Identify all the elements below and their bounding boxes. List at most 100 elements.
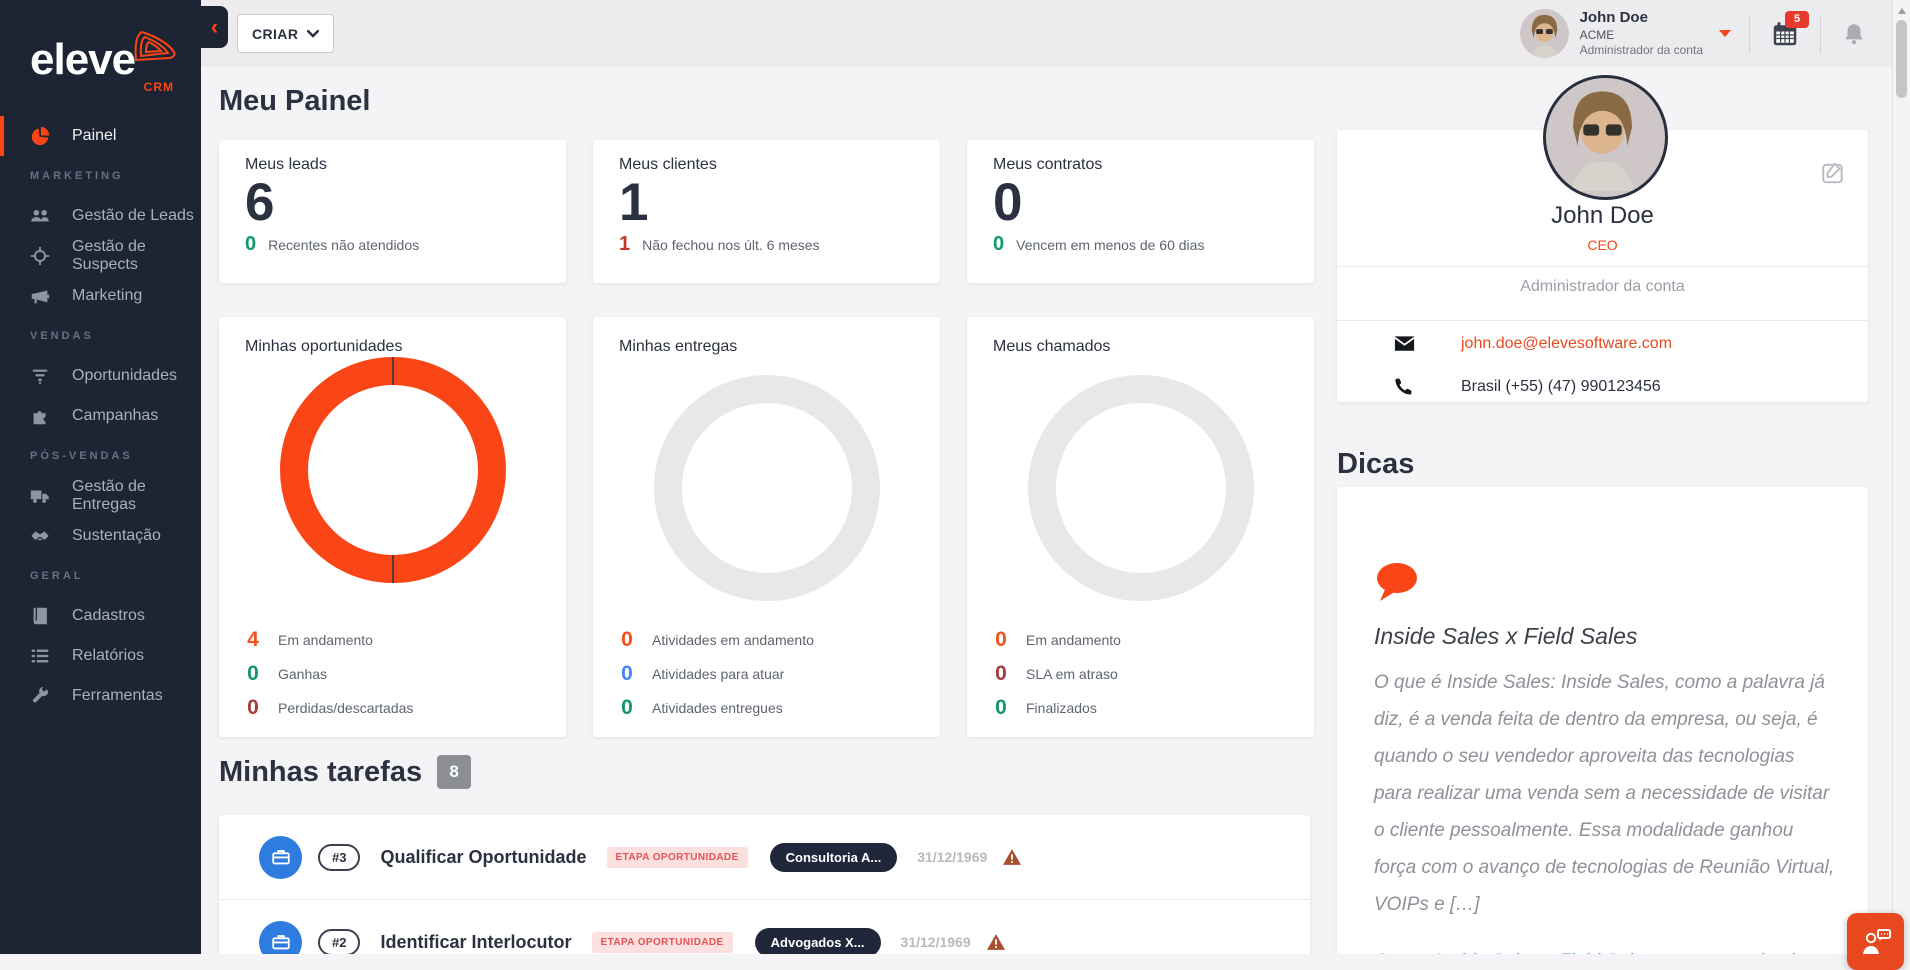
sidebar-section-geral: GERAL — [0, 556, 201, 596]
stat-card-value: 0 — [993, 174, 1288, 231]
sidebar-item-label: Painel — [72, 127, 116, 145]
task-type-icon — [259, 921, 302, 955]
task-client-pill[interactable]: Consultoria A... — [770, 843, 898, 872]
sidebar-item-label: Sustentação — [72, 527, 161, 545]
donut-card-minhas-oportunidades[interactable]: Minhas oportunidades 4Em andamento 0Ganh… — [219, 317, 566, 737]
donut-card-title: Minhas entregas — [619, 335, 789, 359]
legend-value: 0 — [619, 628, 635, 652]
legend-value: 0 — [245, 696, 261, 720]
donut-card-title: Minhas oportunidades — [245, 335, 415, 359]
user-name: John Doe — [1580, 9, 1703, 28]
stat-card-meus-clientes[interactable]: Meus clientes 1 1 Não fechou nos últ. 6 … — [593, 140, 940, 283]
legend-value: 0 — [993, 628, 1009, 652]
sidebar-item-label: Ferramentas — [72, 687, 163, 705]
sidebar-section-marketing: MARKETING — [0, 156, 201, 196]
sidebar-item-label: Marketing — [72, 287, 142, 305]
sidebar-item-oportunidades[interactable]: Oportunidades — [0, 356, 201, 396]
donut-legend: 4Em andamento 0Ganhas 0Perdidas/descarta… — [245, 623, 540, 725]
scrollbar-thumb[interactable] — [1896, 20, 1907, 98]
stat-sub-value: 0 — [245, 233, 256, 256]
task-title[interactable]: Identificar Interlocutor — [380, 932, 571, 953]
profile-card: John Doe CEO Administrador da conta john… — [1337, 130, 1868, 402]
stat-card-title: Meus clientes — [619, 156, 914, 174]
task-due-date: 31/12/1969 — [901, 934, 971, 950]
profile-phone-value: Brasil (+55) (47) 990123456 — [1461, 378, 1661, 396]
page-title: Meu Painel — [219, 85, 371, 118]
sidebar-item-cadastros[interactable]: Cadastros — [0, 596, 201, 636]
warning-icon — [1003, 849, 1021, 865]
sidebar-item-marketing[interactable]: Marketing — [0, 276, 201, 316]
task-type-icon — [259, 836, 302, 879]
user-menu-caret-icon[interactable] — [1719, 30, 1731, 37]
scrollbar-up-arrow-icon[interactable] — [1898, 8, 1906, 14]
stat-card-meus-leads[interactable]: Meus leads 6 0 Recentes não atendidos — [219, 140, 566, 283]
stat-sub-value: 0 — [993, 233, 1004, 256]
sidebar-item-ferramentas[interactable]: Ferramentas — [0, 676, 201, 716]
wrench-icon — [29, 685, 51, 707]
donut-card-meus-chamados[interactable]: Meus chamados 0Em andamento 0SLA em atra… — [967, 317, 1314, 737]
legend-value: 0 — [619, 696, 635, 720]
task-row[interactable]: #2 Identificar Interlocutor ETAPA OPORTU… — [219, 899, 1310, 954]
legend-label: Finalizados — [1026, 700, 1097, 716]
logo-text: eleve — [30, 35, 135, 84]
topbar: CRIAR John Doe ACME Administrador da con… — [201, 0, 1893, 67]
tasks-card: #3 Qualificar Oportunidade ETAPA OPORTUN… — [219, 815, 1310, 954]
funnel-icon — [29, 365, 51, 387]
task-client-pill[interactable]: Advogados X... — [755, 928, 881, 955]
task-title[interactable]: Qualificar Oportunidade — [380, 847, 586, 868]
profile-role: CEO — [1337, 237, 1868, 253]
create-button[interactable]: CRIAR — [237, 14, 334, 53]
sidebar-collapse-button[interactable]: ‹ — [201, 6, 228, 48]
sidebar-item-painel[interactable]: Painel — [0, 116, 201, 156]
legend-label: Em andamento — [278, 632, 373, 648]
profile-name: John Doe — [1337, 202, 1868, 230]
sidebar-item-gestao-de-entregas[interactable]: Gestão de Entregas — [0, 476, 201, 516]
user-role: Administrador da conta — [1580, 43, 1703, 58]
chat-widget-button[interactable] — [1847, 913, 1904, 970]
task-row[interactable]: #3 Qualificar Oportunidade ETAPA OPORTUN… — [219, 815, 1310, 899]
profile-avatar — [1543, 75, 1668, 200]
sidebar-item-label: Gestão de Leads — [72, 207, 194, 225]
profile-email-link[interactable]: john.doe@elevesoftware.com — [1461, 335, 1672, 353]
user-menu[interactable]: John Doe ACME Administrador da conta — [1580, 9, 1703, 58]
donut-card-minhas-entregas[interactable]: Minhas entregas 0Atividades em andamento… — [593, 317, 940, 737]
legend-label: SLA em atraso — [1026, 666, 1118, 682]
sidebar-item-relatorios[interactable]: Relatórios — [0, 636, 201, 676]
legend-value: 0 — [993, 662, 1009, 686]
sidebar-item-campanhas[interactable]: Campanhas — [0, 396, 201, 436]
donut-legend: 0Atividades em andamento 0Atividades par… — [619, 623, 914, 725]
sidebar-section-vendas: VENDAS — [0, 316, 201, 356]
stat-card-meus-contratos[interactable]: Meus contratos 0 0 Vencem em menos de 60… — [967, 140, 1314, 283]
sidebar-item-gestao-de-suspects[interactable]: Gestão de Suspects — [0, 236, 201, 276]
tips-heading: Dicas — [1337, 448, 1414, 481]
book-icon — [29, 605, 51, 627]
sidebar-section-pos-vendas: PÓS-VENDAS — [0, 436, 201, 476]
list-icon — [29, 645, 51, 667]
megaphone-icon — [29, 285, 51, 307]
notifications-button[interactable] — [1841, 21, 1867, 47]
eleve-logo: eleve CRM — [30, 30, 180, 102]
tasks-title: Minhas tarefas — [219, 756, 422, 789]
sidebar-item-sustentacao[interactable]: Sustentação — [0, 516, 201, 556]
handshake-icon — [29, 525, 51, 547]
users-icon — [29, 205, 51, 227]
donut-cards-row: Minhas oportunidades 4Em andamento 0Ganh… — [219, 317, 1314, 737]
vertical-scrollbar[interactable] — [1892, 0, 1910, 954]
divider — [1337, 320, 1868, 321]
phone-icon — [1393, 376, 1417, 397]
profile-account-role: Administrador da conta — [1337, 267, 1868, 307]
crosshair-icon — [29, 245, 51, 267]
envelope-icon — [1393, 332, 1417, 355]
profile-email-row: john.doe@elevesoftware.com — [1337, 323, 1868, 364]
sidebar-item-label: Gestão de Entregas — [72, 478, 201, 514]
create-button-label: CRIAR — [252, 26, 298, 42]
user-company: ACME — [1580, 28, 1703, 43]
sidebar-item-label: Cadastros — [72, 607, 145, 625]
edit-profile-button[interactable] — [1820, 160, 1846, 186]
legend-value: 0 — [993, 696, 1009, 720]
briefcase-icon — [270, 931, 292, 953]
sidebar-item-gestao-de-leads[interactable]: Gestão de Leads — [0, 196, 201, 236]
user-avatar[interactable] — [1520, 9, 1569, 58]
calendar-button[interactable]: 5 — [1770, 19, 1800, 49]
stat-card-title: Meus contratos — [993, 156, 1288, 174]
